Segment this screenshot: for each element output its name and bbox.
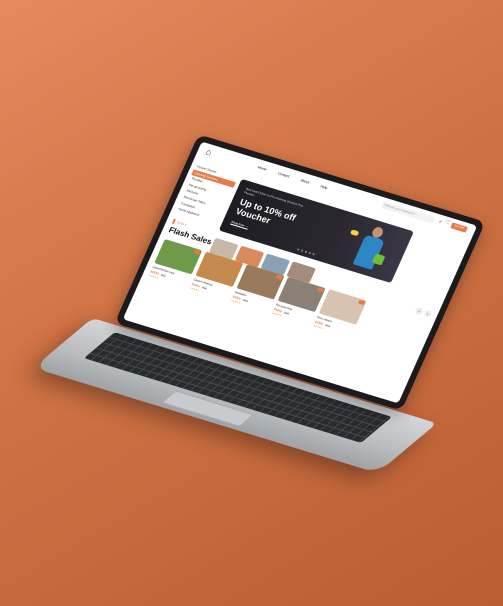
home-logo-icon[interactable]: ⌂	[204, 147, 218, 159]
search-input[interactable]: What are you looking for?	[380, 201, 436, 224]
carousel-dots[interactable]	[296, 248, 315, 256]
cleaner-photo	[345, 223, 394, 278]
nav-contact[interactable]: Contact	[277, 171, 290, 178]
nav-help[interactable]: Help	[320, 184, 328, 190]
laptop-mockup: ⌂ Home Contact About Help What are you l…	[0, 0, 503, 606]
arrow-left-icon[interactable]: ‹	[414, 306, 424, 316]
shop-now-link[interactable]: Shop Now →	[230, 219, 250, 230]
nav-about[interactable]: About	[300, 178, 310, 184]
arrow-right-icon[interactable]: ›	[423, 309, 433, 318]
join-button[interactable]: Join Now	[450, 222, 468, 233]
nav-home[interactable]: Home	[257, 165, 267, 171]
search-icon[interactable]: ⌕	[438, 219, 443, 225]
carousel-arrows: ‹ ›	[414, 306, 433, 318]
